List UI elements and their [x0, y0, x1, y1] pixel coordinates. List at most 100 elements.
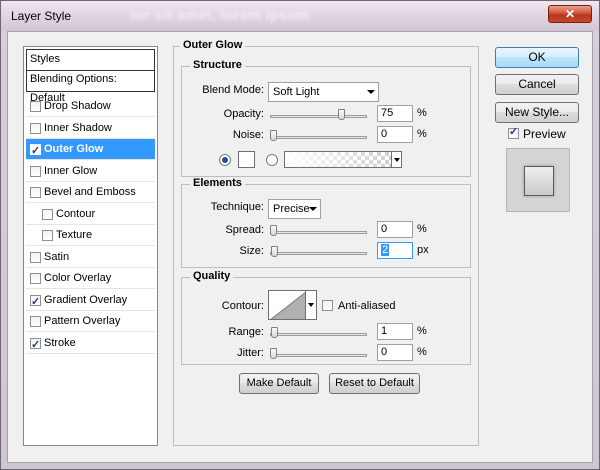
- style-checkbox[interactable]: [30, 335, 41, 356]
- style-item[interactable]: Gradient Overlay: [26, 290, 155, 313]
- noise-slider-thumb[interactable]: [270, 130, 277, 141]
- gradient-radio[interactable]: [266, 154, 278, 166]
- jitter-slider-track[interactable]: [270, 354, 367, 357]
- opacity-slider-track[interactable]: [270, 115, 367, 118]
- blend-mode-label: Blend Mode:: [202, 84, 264, 96]
- style-item[interactable]: Bevel and Emboss: [26, 182, 155, 203]
- contour-label: Contour:: [221, 300, 264, 312]
- range-input[interactable]: 1: [377, 323, 413, 340]
- style-checkbox[interactable]: [42, 208, 53, 220]
- jitter-unit: %: [417, 346, 427, 358]
- style-item[interactable]: Stroke: [26, 333, 155, 356]
- reset-to-default-button[interactable]: Reset to Default: [329, 373, 420, 394]
- size-unit: px: [417, 244, 429, 256]
- blend-mode-select[interactable]: Soft Light: [268, 82, 379, 102]
- style-checkbox[interactable]: [30, 292, 41, 313]
- range-slider-thumb[interactable]: [270, 327, 278, 338]
- gradient-dropdown-button[interactable]: [391, 151, 402, 168]
- style-item-label: Pattern Overlay: [44, 315, 121, 327]
- spread-unit: %: [417, 223, 427, 235]
- structure-group: Structure Blend Mode: Soft Light Opacity…: [181, 59, 471, 177]
- noise-label: Noise:: [232, 129, 264, 141]
- style-item-label: Stroke: [44, 336, 76, 349]
- style-item[interactable]: Drop Shadow: [26, 96, 155, 117]
- spread-slider-thumb[interactable]: [270, 225, 277, 236]
- size-value-selected: 2: [381, 244, 390, 256]
- style-item-label: Color Overlay: [44, 272, 112, 284]
- style-item[interactable]: Pattern Overlay: [26, 311, 155, 332]
- opacity-unit: %: [417, 107, 427, 119]
- opacity-slider-thumb[interactable]: [337, 109, 345, 120]
- elements-group: Elements Technique: Precise Spread: 0 % …: [181, 177, 471, 268]
- style-checkbox[interactable]: [30, 101, 41, 112]
- close-button[interactable]: ✕: [548, 5, 592, 23]
- size-slider-track[interactable]: [270, 252, 367, 255]
- style-item[interactable]: Contour: [26, 204, 155, 225]
- spread-input[interactable]: 0: [377, 221, 413, 238]
- technique-label: Technique:: [210, 201, 264, 213]
- style-checkbox[interactable]: [30, 165, 41, 177]
- layer-style-window: Layer Style lor sit amet, lorem ipsum ✕ …: [0, 0, 600, 470]
- contour-preview[interactable]: [268, 290, 306, 320]
- style-item-label: Gradient Overlay: [44, 293, 128, 306]
- anti-aliased-checkbox[interactable]: [322, 300, 333, 311]
- new-style-button[interactable]: New Style...: [495, 102, 579, 123]
- ok-button[interactable]: OK: [495, 47, 579, 68]
- style-preview: [506, 148, 570, 212]
- cancel-button[interactable]: Cancel: [495, 74, 579, 95]
- style-item[interactable]: Inner Shadow: [26, 118, 155, 139]
- range-slider-track[interactable]: [270, 333, 367, 336]
- size-input[interactable]: 2: [377, 242, 413, 259]
- noise-unit: %: [417, 128, 427, 140]
- style-item[interactable]: Color Overlay: [26, 268, 155, 289]
- style-item-label: Inner Shadow: [44, 121, 112, 134]
- outer-glow-title: Outer Glow: [180, 39, 246, 51]
- chevron-down-icon: [394, 158, 400, 162]
- jitter-input[interactable]: 0: [377, 344, 413, 361]
- style-checkbox[interactable]: [30, 251, 41, 263]
- preview-checkbox[interactable]: [508, 125, 519, 139]
- jitter-label: Jitter:: [237, 347, 264, 359]
- contour-dropdown-button[interactable]: [306, 290, 317, 320]
- blending-options-item[interactable]: Blending Options: Default: [26, 70, 155, 104]
- solid-color-radio[interactable]: [219, 154, 231, 166]
- anti-aliased-label: Anti-aliased: [338, 300, 396, 312]
- glow-gradient-picker[interactable]: [284, 151, 392, 168]
- structure-title: Structure: [190, 59, 245, 71]
- background-blur-text: lor sit amet, lorem ipsum: [131, 7, 310, 23]
- styles-list: Styles Blending Options: Default Drop Sh…: [23, 46, 158, 446]
- style-checkbox[interactable]: [30, 122, 41, 134]
- style-checkbox[interactable]: [30, 316, 41, 327]
- style-item-label: Inner Glow: [44, 164, 98, 177]
- style-checkbox[interactable]: [30, 273, 41, 284]
- close-x-icon: ✕: [564, 7, 576, 21]
- size-slider-thumb[interactable]: [270, 246, 278, 257]
- opacity-input[interactable]: 75: [377, 105, 413, 122]
- style-item-label: Texture: [56, 229, 93, 241]
- style-item[interactable]: Inner Glow: [26, 161, 155, 182]
- chevron-down-icon: [367, 90, 375, 94]
- noise-input[interactable]: 0: [377, 126, 413, 143]
- style-checkbox[interactable]: [30, 187, 41, 198]
- noise-slider-track[interactable]: [270, 136, 367, 139]
- opacity-label: Opacity:: [223, 108, 264, 120]
- style-checkbox[interactable]: [42, 230, 53, 241]
- style-item[interactable]: Texture: [26, 225, 155, 246]
- make-default-button[interactable]: Make Default: [239, 373, 319, 394]
- style-item[interactable]: Outer Glow: [26, 139, 155, 162]
- jitter-slider-thumb[interactable]: [270, 348, 277, 359]
- blend-mode-value: Soft Light: [273, 86, 320, 98]
- spread-slider-track[interactable]: [270, 231, 367, 234]
- preview-swatch: [524, 166, 554, 196]
- glow-color-swatch[interactable]: [238, 151, 255, 168]
- quality-group: Quality Contour: Anti-aliased Range: 1 %…: [181, 270, 471, 365]
- style-item-label: Bevel and Emboss: [44, 186, 136, 198]
- style-item[interactable]: Satin: [26, 247, 155, 268]
- title-bar[interactable]: Layer Style lor sit amet, lorem ipsum ✕: [1, 1, 599, 31]
- chevron-down-icon: [308, 303, 314, 307]
- style-item-label: Contour: [56, 207, 96, 220]
- technique-select[interactable]: Precise: [268, 199, 321, 219]
- range-unit: %: [417, 325, 427, 337]
- styles-header[interactable]: Styles: [26, 49, 155, 71]
- style-checkbox[interactable]: [30, 141, 41, 162]
